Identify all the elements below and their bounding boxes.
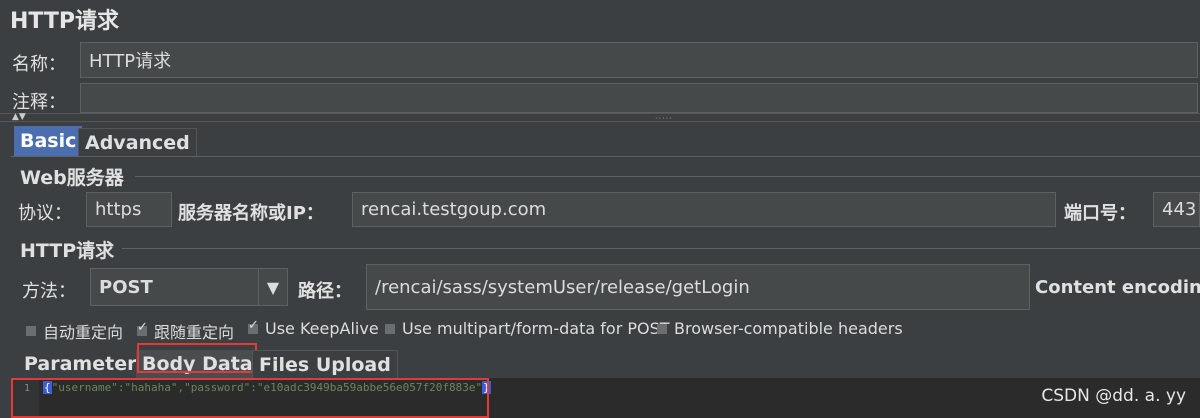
multipart-checkbox[interactable]: Use multipart/form-data for POST — [385, 319, 670, 338]
web-server-title: Web服务器 — [20, 167, 124, 189]
tab-parameters[interactable]: Parameters — [18, 350, 154, 378]
port-label: 端口号： — [1064, 203, 1136, 224]
keepalive-checkbox[interactable]: Use KeepAlive — [248, 318, 379, 338]
collapse-arrow-icon[interactable]: ▲▼ — [12, 112, 26, 122]
checkbox-box-icon — [657, 323, 667, 334]
method-label: 方法： — [22, 281, 76, 302]
tab-advanced[interactable]: Advanced — [78, 128, 197, 156]
comment-label: 注释： — [12, 92, 66, 113]
name-label: 名称： — [12, 54, 66, 75]
server-label: 服务器名称或IP： — [178, 203, 324, 224]
server-input[interactable]: rencai.testgoup.com — [352, 192, 1056, 227]
body-data-highlight — [137, 343, 257, 373]
tab-basic[interactable]: Basic — [14, 126, 83, 156]
path-label: 路径： — [298, 281, 352, 302]
http-request-title: HTTP请求 — [20, 240, 115, 262]
name-input[interactable]: HTTP请求 — [80, 42, 1198, 78]
protocol-input[interactable]: https — [86, 192, 172, 227]
chevron-down-icon[interactable]: ▼ — [258, 269, 287, 305]
panel-title: HTTP请求 — [10, 9, 120, 34]
content-encoding-label: Content encodin — [1035, 277, 1200, 298]
comment-input[interactable] — [80, 83, 1198, 113]
browser-compatible-checkbox[interactable]: Browser-compatible headers — [657, 319, 903, 338]
checkbox-checked-icon — [137, 320, 148, 336]
splitter-bar[interactable] — [0, 113, 1200, 122]
path-input[interactable]: /rencai/sass/systemUser/release/getLogin — [366, 264, 1030, 310]
port-input[interactable]: 443 — [1153, 192, 1200, 227]
tab-content-border — [11, 156, 1200, 157]
tab-files-upload[interactable]: Files Upload — [252, 350, 398, 378]
auto-redirect-checkbox[interactable]: 自动重定向 — [26, 319, 123, 343]
protocol-label: 协议： — [18, 203, 72, 224]
splitter-grip-icon[interactable]: ····· — [655, 114, 673, 123]
watermark: CSDN @dd. a. yy — [1041, 386, 1186, 406]
checkbox-checked-icon — [248, 318, 259, 334]
checkbox-box-icon — [26, 326, 36, 336]
web-server-group-border — [135, 176, 1200, 177]
method-value: POST — [99, 276, 153, 298]
http-request-group-border — [122, 248, 1200, 249]
follow-redirect-checkbox[interactable]: 跟随重定向 — [137, 319, 234, 343]
editor-highlight — [11, 378, 489, 418]
checkbox-box-icon — [385, 323, 395, 334]
